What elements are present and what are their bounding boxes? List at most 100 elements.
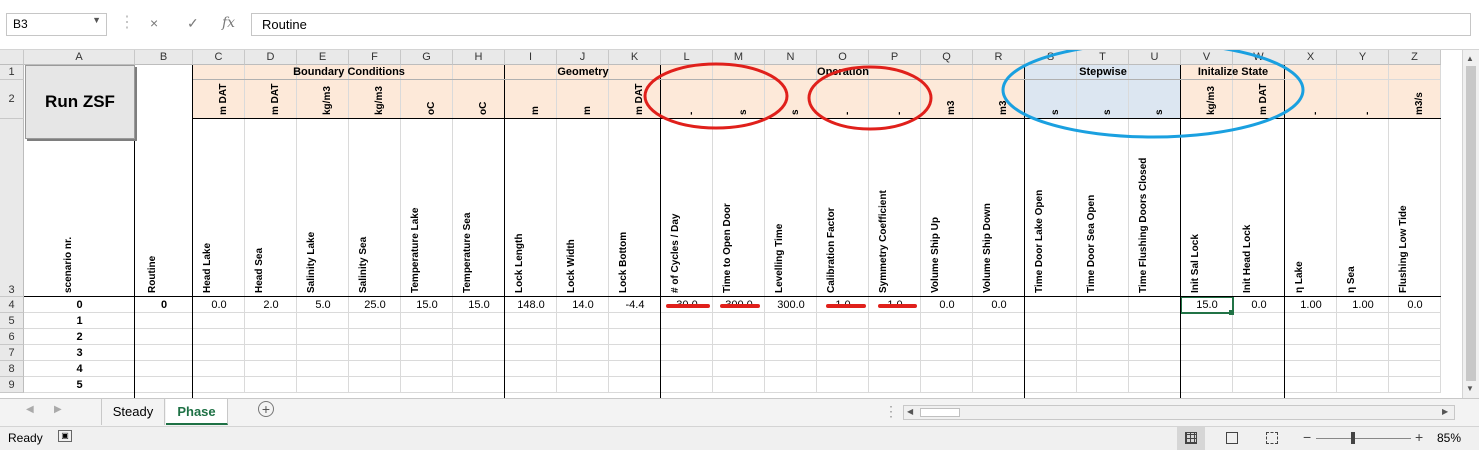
- cell[interactable]: [193, 329, 245, 345]
- cell[interactable]: [1233, 377, 1285, 393]
- cell[interactable]: [1337, 361, 1389, 377]
- cell[interactable]: [1389, 377, 1441, 393]
- cell[interactable]: [557, 377, 609, 393]
- cell[interactable]: [193, 345, 245, 361]
- cell[interactable]: [765, 313, 817, 329]
- cell[interactable]: [661, 377, 713, 393]
- cell[interactable]: [765, 119, 817, 297]
- cell[interactable]: [401, 329, 453, 345]
- cell[interactable]: [1025, 377, 1077, 393]
- cell[interactable]: [661, 329, 713, 345]
- cancel-icon[interactable]: ×: [150, 15, 158, 31]
- cell[interactable]: [349, 377, 401, 393]
- column-header-h[interactable]: H: [453, 50, 505, 65]
- cell[interactable]: [1077, 119, 1129, 297]
- cell[interactable]: [1389, 119, 1441, 297]
- cell[interactable]: [661, 345, 713, 361]
- row4-value[interactable]: 1.0: [817, 297, 869, 313]
- row4-value[interactable]: 300.0: [765, 297, 817, 313]
- row4-value[interactable]: 2.0: [245, 297, 297, 313]
- cell[interactable]: [1389, 329, 1441, 345]
- column-header-u[interactable]: U: [1129, 50, 1181, 65]
- cell[interactable]: [713, 377, 765, 393]
- cell[interactable]: [609, 329, 661, 345]
- cell[interactable]: [135, 361, 193, 377]
- cell[interactable]: [973, 329, 1025, 345]
- row4-value[interactable]: -4.4: [609, 297, 661, 313]
- column-header-d[interactable]: D: [245, 50, 297, 65]
- scroll-up-icon[interactable]: ▲: [1466, 54, 1474, 63]
- cell[interactable]: [1233, 361, 1285, 377]
- row-header-6[interactable]: 6: [0, 329, 24, 345]
- cell[interactable]: [349, 361, 401, 377]
- cell[interactable]: [1337, 65, 1389, 80]
- scroll-down-icon[interactable]: ▼: [1466, 384, 1474, 393]
- cell[interactable]: [1025, 345, 1077, 361]
- cell[interactable]: [245, 345, 297, 361]
- scenario-number[interactable]: 2: [24, 329, 135, 345]
- row4-value[interactable]: 0: [24, 297, 135, 313]
- cell[interactable]: [869, 361, 921, 377]
- cell[interactable]: [453, 377, 505, 393]
- column-header-k[interactable]: K: [609, 50, 661, 65]
- cell[interactable]: [869, 119, 921, 297]
- formula-input[interactable]: Routine: [251, 13, 1471, 36]
- cell[interactable]: [401, 313, 453, 329]
- row-header-8[interactable]: 8: [0, 361, 24, 377]
- horizontal-scrollbar[interactable]: ◀ ▶: [903, 405, 1455, 420]
- scenario-number[interactable]: 5: [24, 377, 135, 393]
- cell[interactable]: [817, 345, 869, 361]
- cell[interactable]: [297, 345, 349, 361]
- cell[interactable]: [1389, 65, 1441, 80]
- cell[interactable]: [245, 329, 297, 345]
- row-header-5[interactable]: 5: [0, 313, 24, 329]
- cell[interactable]: [505, 361, 557, 377]
- add-sheet-icon[interactable]: +: [258, 401, 274, 417]
- cell[interactable]: [401, 377, 453, 393]
- column-header-m[interactable]: M: [713, 50, 765, 65]
- cell[interactable]: [193, 377, 245, 393]
- scenario-number[interactable]: 3: [24, 345, 135, 361]
- cell[interactable]: [1233, 313, 1285, 329]
- cell[interactable]: [1129, 345, 1181, 361]
- cell[interactable]: [1077, 361, 1129, 377]
- macro-record-icon[interactable]: ▣: [58, 430, 72, 442]
- name-box[interactable]: B3 ▼: [6, 13, 107, 36]
- column-header-l[interactable]: L: [661, 50, 713, 65]
- row4-value[interactable]: 14.0: [557, 297, 609, 313]
- cell[interactable]: [1181, 329, 1233, 345]
- cell[interactable]: [1129, 361, 1181, 377]
- cell[interactable]: [973, 377, 1025, 393]
- cell[interactable]: [973, 313, 1025, 329]
- cell[interactable]: [557, 329, 609, 345]
- spreadsheet-grid[interactable]: A B C D E F G H I J K L M N O P Q R S T U V W X Y Z 1 2 3 4 5 6 7 8 9 Bound…: [0, 50, 1462, 398]
- row4-value[interactable]: 1.0: [869, 297, 921, 313]
- cell[interactable]: [1389, 361, 1441, 377]
- cell[interactable]: [1285, 313, 1337, 329]
- cell[interactable]: [245, 313, 297, 329]
- cell[interactable]: [609, 377, 661, 393]
- enter-icon[interactable]: ✓: [187, 15, 199, 32]
- cell[interactable]: [661, 313, 713, 329]
- zoom-level[interactable]: 85%: [1437, 431, 1461, 445]
- row4-value[interactable]: 148.0: [505, 297, 557, 313]
- cell[interactable]: [921, 329, 973, 345]
- cell[interactable]: [297, 361, 349, 377]
- column-header-a[interactable]: A: [24, 50, 135, 65]
- cell[interactable]: [557, 119, 609, 297]
- tab-phase[interactable]: Phase: [166, 399, 228, 425]
- cell[interactable]: [661, 361, 713, 377]
- scenario-number[interactable]: 4: [24, 361, 135, 377]
- cell[interactable]: [245, 119, 297, 297]
- cell[interactable]: [349, 313, 401, 329]
- cell[interactable]: [1025, 361, 1077, 377]
- column-header-b[interactable]: B: [135, 50, 193, 65]
- cell[interactable]: [1233, 345, 1285, 361]
- row-header-3[interactable]: 3: [0, 119, 24, 297]
- row-header-1[interactable]: 1: [0, 65, 24, 80]
- cell[interactable]: [1285, 65, 1337, 80]
- cell[interactable]: [1337, 313, 1389, 329]
- zoom-out-icon[interactable]: −: [1303, 429, 1311, 445]
- zoom-in-icon[interactable]: +: [1415, 429, 1423, 445]
- scrollbar-thumb[interactable]: [1466, 66, 1476, 381]
